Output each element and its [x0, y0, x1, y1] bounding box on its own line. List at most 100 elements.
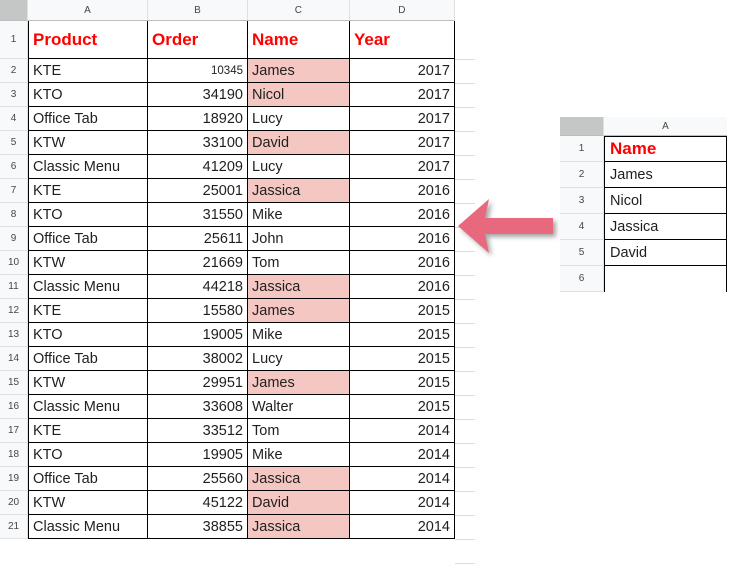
cell-order[interactable]: 18920 [148, 107, 248, 131]
cell-product[interactable]: KTW [28, 251, 148, 275]
side-cell-name[interactable]: Nicol [604, 188, 727, 214]
cell-year[interactable]: 2017 [350, 131, 455, 155]
cell-name[interactable]: James [248, 59, 350, 83]
row-header[interactable]: 15 [0, 371, 28, 395]
cell-year[interactable]: 2014 [350, 515, 455, 539]
cell-product[interactable]: Office Tab [28, 227, 148, 251]
cell-name[interactable]: Mike [248, 203, 350, 227]
cell-order[interactable]: 33100 [148, 131, 248, 155]
cell-year[interactable]: 2014 [350, 419, 455, 443]
cell-product[interactable]: Classic Menu [28, 515, 148, 539]
cell-name[interactable]: Jassica [248, 467, 350, 491]
side-cell-name[interactable]: James [604, 162, 727, 188]
cell-order[interactable]: 31550 [148, 203, 248, 227]
cell-order[interactable]: 33512 [148, 419, 248, 443]
cell-year[interactable]: 2014 [350, 443, 455, 467]
header-cell-name[interactable]: Name [248, 21, 350, 59]
cell-product[interactable]: KTW [28, 371, 148, 395]
row-header[interactable]: 7 [0, 179, 28, 203]
row-header[interactable]: 13 [0, 323, 28, 347]
side-row-header[interactable]: 4 [560, 214, 604, 240]
cell-year[interactable]: 2017 [350, 59, 455, 83]
row-header[interactable]: 14 [0, 347, 28, 371]
cell-order[interactable]: 33608 [148, 395, 248, 419]
cell-year[interactable]: 2014 [350, 491, 455, 515]
cell-year[interactable]: 2015 [350, 323, 455, 347]
cell-name[interactable]: Nicol [248, 83, 350, 107]
cell-year[interactable]: 2017 [350, 83, 455, 107]
cell-order[interactable]: 34190 [148, 83, 248, 107]
cell-product[interactable]: KTE [28, 179, 148, 203]
row-header[interactable]: 4 [0, 107, 28, 131]
cell-name[interactable]: Tom [248, 251, 350, 275]
row-header[interactable]: 3 [0, 83, 28, 107]
select-all-corner[interactable] [0, 0, 28, 21]
cell-year[interactable]: 2016 [350, 179, 455, 203]
cell-year[interactable]: 2016 [350, 251, 455, 275]
side-row-header[interactable]: 3 [560, 188, 604, 214]
cell-order[interactable]: 15580 [148, 299, 248, 323]
cell-year[interactable]: 2014 [350, 467, 455, 491]
cell-product[interactable]: Classic Menu [28, 275, 148, 299]
cell-product[interactable]: KTW [28, 491, 148, 515]
column-header-c[interactable]: C [248, 0, 350, 21]
column-header-a[interactable]: A [28, 0, 148, 21]
cell-product[interactable]: KTE [28, 299, 148, 323]
cell-order[interactable]: 10345 [148, 59, 248, 83]
row-header[interactable]: 19 [0, 467, 28, 491]
cell-product[interactable]: Office Tab [28, 347, 148, 371]
cell-product[interactable]: KTO [28, 323, 148, 347]
side-row-header[interactable]: 2 [560, 162, 604, 188]
side-cell-name[interactable]: David [604, 240, 727, 266]
cell-name[interactable]: John [248, 227, 350, 251]
cell-name[interactable]: Walter [248, 395, 350, 419]
row-header[interactable]: 17 [0, 419, 28, 443]
cell-name[interactable]: David [248, 491, 350, 515]
cell-year[interactable]: 2017 [350, 155, 455, 179]
row-header[interactable]: 5 [0, 131, 28, 155]
cell-name[interactable]: Lucy [248, 347, 350, 371]
side-row-header-1[interactable]: 1 [560, 136, 604, 162]
cell-order[interactable]: 41209 [148, 155, 248, 179]
row-header[interactable]: 16 [0, 395, 28, 419]
row-header[interactable]: 10 [0, 251, 28, 275]
cell-year[interactable]: 2016 [350, 227, 455, 251]
cell-product[interactable]: Classic Menu [28, 395, 148, 419]
cell-name[interactable]: Lucy [248, 107, 350, 131]
cell-order[interactable]: 38002 [148, 347, 248, 371]
cell-order[interactable]: 38855 [148, 515, 248, 539]
cell-order[interactable]: 19905 [148, 443, 248, 467]
cell-year[interactable]: 2016 [350, 275, 455, 299]
cell-name[interactable]: Tom [248, 419, 350, 443]
cell-product[interactable]: KTW [28, 131, 148, 155]
cell-product[interactable]: KTE [28, 419, 148, 443]
cell-order[interactable]: 19005 [148, 323, 248, 347]
cell-name[interactable]: James [248, 371, 350, 395]
cell-order[interactable]: 25560 [148, 467, 248, 491]
cell-name[interactable]: David [248, 131, 350, 155]
cell-year[interactable]: 2015 [350, 347, 455, 371]
cell-name[interactable]: Mike [248, 443, 350, 467]
row-header[interactable]: 20 [0, 491, 28, 515]
cell-product[interactable]: KTO [28, 443, 148, 467]
row-header[interactable]: 9 [0, 227, 28, 251]
cell-year[interactable]: 2017 [350, 107, 455, 131]
cell-product[interactable]: KTO [28, 83, 148, 107]
row-header[interactable]: 2 [0, 59, 28, 83]
cell-order[interactable]: 45122 [148, 491, 248, 515]
side-header-cell-name[interactable]: Name [604, 136, 727, 162]
row-header[interactable]: 12 [0, 299, 28, 323]
cell-order[interactable]: 44218 [148, 275, 248, 299]
row-header[interactable]: 11 [0, 275, 28, 299]
cell-product[interactable]: KTO [28, 203, 148, 227]
cell-product[interactable]: Office Tab [28, 107, 148, 131]
cell-name[interactable]: Mike [248, 323, 350, 347]
row-header[interactable]: 6 [0, 155, 28, 179]
cell-order[interactable]: 25001 [148, 179, 248, 203]
cell-name[interactable]: Lucy [248, 155, 350, 179]
row-header-1[interactable]: 1 [0, 21, 28, 59]
side-row-header[interactable]: 6 [560, 266, 604, 292]
row-header[interactable]: 18 [0, 443, 28, 467]
side-row-header[interactable]: 5 [560, 240, 604, 266]
column-header-d[interactable]: D [350, 0, 455, 21]
